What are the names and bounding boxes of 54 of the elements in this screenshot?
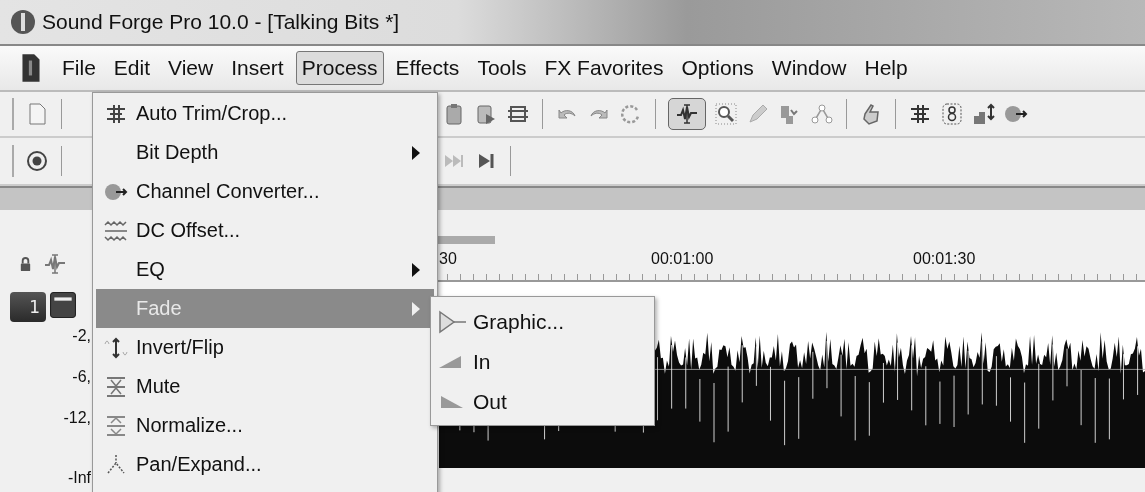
menu-item[interactable]: Mute xyxy=(96,367,434,406)
lock-icon[interactable] xyxy=(18,256,33,272)
zoom-icon[interactable] xyxy=(714,102,738,126)
menu-item[interactable]: View xyxy=(162,51,220,85)
trim-icon[interactable] xyxy=(908,102,932,126)
edit-tool-button[interactable] xyxy=(668,98,706,130)
channel-button[interactable]: 1 xyxy=(10,292,46,322)
menu-item[interactable]: Options xyxy=(675,51,760,85)
document-icon xyxy=(20,52,42,84)
record-icon[interactable] xyxy=(25,149,49,173)
menu-item[interactable]: Effects xyxy=(389,51,466,85)
menu-item[interactable]: Tools xyxy=(471,51,533,85)
menu-item[interactable]: Window xyxy=(765,51,853,85)
mute-icon xyxy=(104,374,128,399)
menu-item[interactable]: Out xyxy=(431,382,654,422)
menu-item[interactable]: Auto Trim/Crop... xyxy=(96,94,434,133)
normalize-icon xyxy=(104,413,128,438)
minimize-button[interactable] xyxy=(50,292,76,318)
menu-item[interactable]: Pan/Expand... xyxy=(96,445,434,484)
window-title: Sound Forge Pro 10.0 - [Talking Bits *] xyxy=(42,10,400,34)
app-logo-icon xyxy=(10,9,36,35)
time-label: 00:01:30 xyxy=(912,249,977,268)
menu-item[interactable]: File xyxy=(56,51,102,85)
dc-offset-icon xyxy=(104,218,128,243)
submenu-arrow-icon xyxy=(412,262,420,277)
nodes-icon[interactable] xyxy=(810,102,834,126)
submenu-arrow-icon xyxy=(412,301,420,316)
scale-label: -Inf xyxy=(67,468,91,488)
submenu-arrow-icon xyxy=(412,145,420,160)
time-label: 30 xyxy=(438,249,458,268)
menu-item[interactable]: Insert xyxy=(225,51,290,85)
scale-label: -12, xyxy=(63,408,91,428)
scale-label: -6, xyxy=(72,367,91,387)
menu-item[interactable]: Graphic... xyxy=(431,302,654,342)
menu-item[interactable]: DC Offset... xyxy=(96,211,434,250)
fade-graphic-icon xyxy=(437,310,467,334)
time-label: 00:01:00 xyxy=(650,249,715,268)
menu-item[interactable]: Help xyxy=(858,51,914,85)
menu-item[interactable]: Process xyxy=(295,51,384,85)
menu-item[interactable]: Bit Depth xyxy=(96,133,434,172)
scale-label: -2, xyxy=(72,326,91,346)
menu-item[interactable]: Channel Converter... xyxy=(96,172,434,211)
invert-icon xyxy=(104,335,128,360)
selection-marker[interactable] xyxy=(437,236,495,244)
menu-item[interactable]: Normalize... xyxy=(96,406,434,445)
menu-item[interactable]: In xyxy=(431,342,654,382)
waveform-cursor-icon[interactable] xyxy=(43,252,67,276)
bit-depth-icon[interactable] xyxy=(940,102,964,126)
level-icon[interactable] xyxy=(972,102,996,126)
menu-item[interactable]: EQ xyxy=(96,250,434,289)
menu-item[interactable]: FX Favorites xyxy=(538,51,670,85)
menu-item[interactable]: Edit xyxy=(107,51,157,85)
menu-item[interactable]: Invert/Flip xyxy=(96,328,434,367)
waveform-cursor-icon xyxy=(675,102,699,126)
